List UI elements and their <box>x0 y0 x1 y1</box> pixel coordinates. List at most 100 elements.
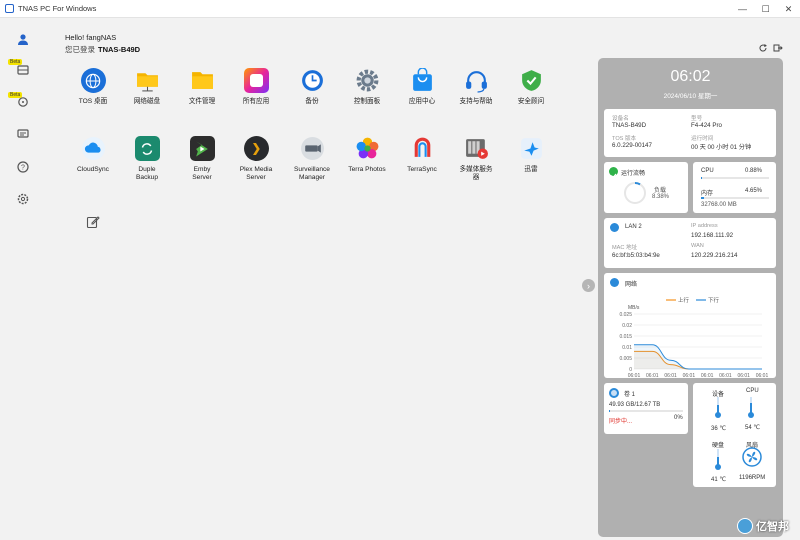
volume-card: 卷 1 49.93 GB/12.67 TB 同步中... 0% <box>604 383 688 434</box>
legend-download-label: 下行 <box>708 296 720 304</box>
app-support[interactable]: 支持与帮助 <box>448 68 504 106</box>
y-tick-label: 0.015 <box>619 334 632 340</box>
app-media-server[interactable]: 多媒体服务 器 <box>448 136 504 182</box>
tos-value: 6.0.229-00147 <box>612 142 652 149</box>
legend-upload-label: 上行 <box>678 296 690 304</box>
plex-icon <box>243 136 269 161</box>
app-xunlei[interactable]: 迅雷 <box>503 136 559 174</box>
emby-icon <box>189 136 215 161</box>
x-tick-label: 06:01 <box>683 373 696 378</box>
svg-text:?: ? <box>21 165 25 172</box>
app-logo-icon <box>5 4 14 13</box>
check-icon <box>609 167 618 179</box>
app-tos-desktop[interactable]: TOS 桌面 <box>65 68 121 106</box>
mem-total: 32768.00 MB <box>701 202 737 208</box>
edit-icon[interactable] <box>86 215 100 229</box>
volume-icon <box>609 388 619 398</box>
backup-clock-icon <box>300 68 325 93</box>
y-tick-label: 0.005 <box>619 356 632 362</box>
disk-temp-value: 41 ℃ <box>711 477 727 483</box>
cpu-temp-label: CPU <box>746 388 759 394</box>
sync-status: 同步中... <box>609 419 633 425</box>
app-label: TerraSync <box>407 166 437 173</box>
app-label: 网络磁盘 <box>133 98 161 105</box>
volume-usage: 49.93 GB/12.67 TB <box>609 402 661 408</box>
settings-icon[interactable] <box>13 189 33 209</box>
app-backup[interactable]: 备份 <box>284 68 340 106</box>
model-label: 型号 <box>691 116 703 122</box>
volume-name: 卷 1 <box>624 392 636 398</box>
status-card: 运行流畅 负载 8.38% <box>604 162 688 213</box>
logout-icon[interactable] <box>772 42 784 54</box>
resources-card: CPU 0.88% 内存 4.65% 32768.00 MB <box>693 162 776 213</box>
network-chart-card: 网络 MB/s 上行 下行 0 0.005 0.01 0.015 0.02 0.025 06:01… <box>604 273 776 378</box>
app-control-panel[interactable]: 控制面板 <box>339 68 395 106</box>
collapse-panel-button[interactable]: › <box>582 279 595 292</box>
maximize-button[interactable]: ☐ <box>754 0 777 18</box>
app-label: 应用中心 <box>408 98 436 105</box>
sidebar: Beta Beta ? <box>0 18 47 540</box>
folder-icon <box>190 68 215 93</box>
login-status: 您已登录 TNAS-B49D <box>65 44 140 55</box>
duple-backup-icon <box>134 136 160 161</box>
volume-bar <box>609 410 683 412</box>
minimize-button[interactable]: — <box>731 0 754 18</box>
all-apps-icon <box>243 68 269 93</box>
app-duple-backup[interactable]: Duple Backup <box>119 136 175 182</box>
app-plex-media-server[interactable]: Plex Media Server <box>228 136 284 182</box>
cpu-value: 0.88% <box>745 168 763 174</box>
app-file-manager[interactable]: 文件管理 <box>174 68 230 106</box>
app-label: 迅雷 <box>524 166 538 173</box>
x-tick-label: 06:01 <box>701 373 714 378</box>
x-tick-label: 06:01 <box>756 373 769 378</box>
app-label: TOS 桌面 <box>78 98 108 105</box>
network-icon <box>610 278 619 287</box>
help-icon[interactable]: ? <box>13 157 33 177</box>
close-button[interactable]: ✕ <box>777 0 800 18</box>
status-label: 运行流畅 <box>621 171 646 177</box>
device-name-label: 设备名 <box>612 116 629 122</box>
globe-icon <box>80 68 106 93</box>
app-cloudsync[interactable]: CloudSync <box>65 136 121 174</box>
login-prefix: 您已登录 <box>65 45 95 54</box>
fan-icon <box>742 447 762 467</box>
app-label: 控制面板 <box>353 98 381 105</box>
cloud-icon <box>81 136 106 161</box>
ip-label: IP address <box>691 223 718 229</box>
message-icon[interactable] <box>13 124 33 144</box>
x-tick-label: 06:01 <box>664 373 677 378</box>
uptime-value: 00 天 00 小时 01 分钟 <box>691 144 752 151</box>
model-value: F4-424 Pro <box>691 122 722 129</box>
network-title: 网络 <box>625 282 638 288</box>
app-label: 安全顾问 <box>517 98 545 105</box>
app-network-disk[interactable]: 网络磁盘 <box>119 68 175 106</box>
cpu-temp-value: 54 ℃ <box>745 425 761 431</box>
watermark-text: 亿智邦 <box>756 521 789 533</box>
app-label: Plex Media Server <box>239 166 273 181</box>
app-surveillance-manager[interactable]: Surveillance Manager <box>284 136 340 182</box>
device-temp-value: 36 ℃ <box>711 426 727 432</box>
fan-speed-value: 1196RPM <box>739 475 766 481</box>
load-label: 负载 <box>654 188 667 194</box>
app-label: Duple Backup <box>136 166 158 181</box>
window-title: TNAS PC For Windows <box>18 4 97 13</box>
storage-icon[interactable] <box>13 60 33 80</box>
app-emby-server[interactable]: Emby Server <box>174 136 230 182</box>
user-icon[interactable] <box>13 29 33 49</box>
refresh-icon[interactable] <box>757 42 769 54</box>
thermometer-icon <box>715 449 721 470</box>
app-terrasync[interactable]: TerraSync <box>394 136 450 174</box>
app-app-center[interactable]: 应用中心 <box>394 68 450 106</box>
shield-icon <box>519 68 544 93</box>
shopping-bag-icon <box>410 68 435 93</box>
cpu-label: CPU <box>701 168 714 174</box>
sync-icon[interactable] <box>13 92 33 112</box>
network-chart: MB/s上行 下行00.0050.010.0150.020.02506:01 06:… <box>619 296 769 378</box>
terrasync-icon <box>410 136 435 161</box>
temps-card: 设备 CPU 36 ℃ 54 ℃ 硬盘 风扇 41 ℃ 1196RPM <box>693 383 776 487</box>
app-all-apps[interactable]: 所有应用 <box>228 68 284 106</box>
app-security-advisor[interactable]: 安全顾问 <box>503 68 559 106</box>
camera-icon <box>300 136 325 161</box>
app-terra-photos[interactable]: Terra Photos <box>339 136 395 174</box>
watermark-logo: 亿智邦 <box>737 515 797 537</box>
